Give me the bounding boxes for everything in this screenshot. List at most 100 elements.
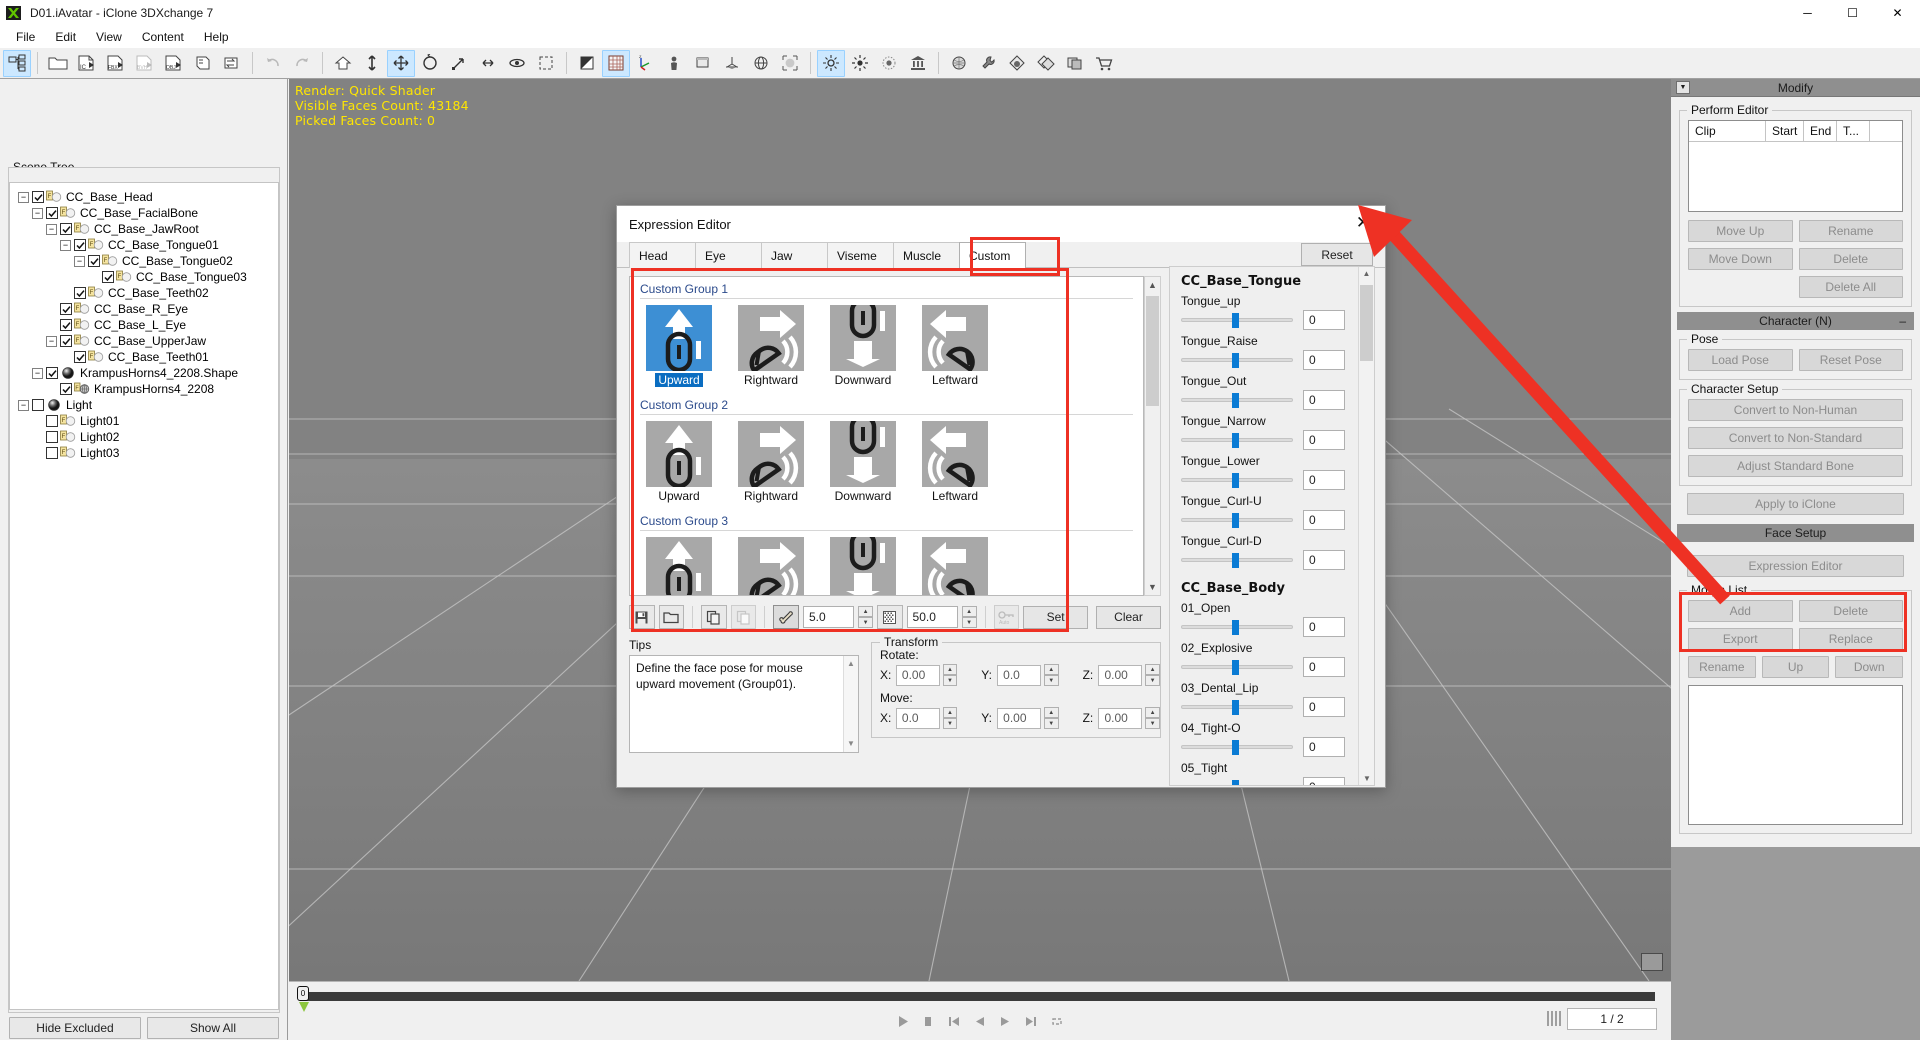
slider-scroll-thumb[interactable]: [1360, 285, 1373, 361]
move-vertical-icon[interactable]: [358, 50, 386, 77]
tree-expander-icon[interactable]: −: [74, 255, 85, 267]
scene-tree-node[interactable]: − Light: [14, 397, 278, 413]
morph-slider-handle[interactable]: [1232, 620, 1239, 635]
scroll-up-icon[interactable]: ▲: [1145, 277, 1160, 293]
tips-textbox[interactable]: Define the face pose for mouse upward mo…: [629, 655, 859, 753]
convert-to-non-standard-button[interactable]: Convert to Non-Standard: [1688, 427, 1903, 449]
grid-toggle-icon[interactable]: [602, 49, 630, 77]
move-tool-icon[interactable]: [387, 49, 415, 77]
tree-node-checkbox[interactable]: [46, 367, 58, 379]
scene-tree-node[interactable]: F Light01: [14, 413, 278, 429]
scene-tree-node[interactable]: − F CC_Base_Tongue01: [14, 237, 278, 253]
redo-icon[interactable]: [288, 50, 316, 77]
character-section-header[interactable]: Character (N) –: [1677, 312, 1914, 330]
open-folder-icon[interactable]: [658, 605, 685, 629]
move-x-spinner[interactable]: ▲ ▼: [942, 707, 958, 729]
open-folder-icon[interactable]: [44, 50, 72, 77]
prev-frame-icon[interactable]: [973, 1015, 986, 1028]
import-obj-icon[interactable]: OBJ: [160, 50, 188, 77]
bone-tool-icon[interactable]: [773, 605, 799, 629]
viewport-layout-button[interactable]: [1641, 953, 1663, 971]
rotate-z-input[interactable]: 0.00: [1098, 664, 1143, 686]
timeline-resize-grip[interactable]: [1547, 1011, 1561, 1026]
save-icon[interactable]: [629, 605, 655, 629]
convert-to-non-human-button[interactable]: Convert to Non-Human: [1688, 399, 1903, 421]
morph-slider-track[interactable]: [1232, 780, 1239, 785]
morph-slider-track[interactable]: [1181, 393, 1293, 408]
morph-preview-area[interactable]: [1688, 685, 1903, 825]
rotate-y-input[interactable]: 0.0: [997, 664, 1041, 686]
close-button[interactable]: ✕: [1875, 0, 1920, 26]
reset-button[interactable]: Reset: [1301, 243, 1373, 266]
morph-slider-value[interactable]: 0: [1303, 430, 1345, 450]
tips-scrollbar[interactable]: ▲ ▼: [843, 656, 858, 752]
timeline-track[interactable]: [303, 992, 1655, 1001]
morph-up-button[interactable]: Up: [1761, 656, 1830, 678]
tree-node-checkbox[interactable]: [60, 303, 72, 315]
auto-key-icon[interactable]: Auto: [993, 605, 1020, 629]
morph-slider-value[interactable]: 0: [1303, 697, 1345, 717]
import-ic-icon[interactable]: IC: [73, 50, 101, 77]
tree-node-checkbox[interactable]: [32, 399, 44, 411]
morph-strength-input[interactable]: 50.0: [906, 606, 958, 628]
morph-slider-handle[interactable]: [1232, 393, 1239, 408]
morph-replace-button[interactable]: Replace: [1798, 628, 1903, 650]
mouse-up-icon[interactable]: [646, 537, 712, 596]
clear-pose-button[interactable]: Clear: [1096, 605, 1161, 629]
mouse-left-icon[interactable]: [922, 421, 988, 487]
scene-preset-icon[interactable]: [904, 50, 932, 77]
scroll-up-icon[interactable]: ▲: [1359, 267, 1374, 278]
morph-slider-value[interactable]: 0: [1303, 390, 1345, 410]
stop-icon[interactable]: [922, 1015, 934, 1028]
convert-icon[interactable]: [189, 50, 217, 77]
tree-node-checkbox[interactable]: [74, 287, 86, 299]
scroll-up-icon[interactable]: ▲: [844, 656, 858, 672]
morph-slider-track[interactable]: [1181, 433, 1293, 448]
rotate-tool-icon[interactable]: [416, 50, 444, 77]
tab-muscle[interactable]: Muscle: [893, 242, 960, 268]
pose-item[interactable]: Rightward: [738, 305, 804, 387]
expression-editor-button[interactable]: Expression Editor: [1687, 555, 1904, 577]
morph-slider-panel[interactable]: ▲ ▼ CC_Base_Tongue Tongue_up 0 Tongue_Raise…: [1169, 266, 1375, 786]
scene-tree-node[interactable]: F CC_Base_R_Eye: [14, 301, 278, 317]
pose-item[interactable]: Downward: [830, 421, 896, 503]
morph-slider-track[interactable]: [1181, 353, 1293, 368]
tab-eye[interactable]: Eye: [695, 242, 762, 268]
bone-strength-input[interactable]: 5.0: [802, 606, 855, 628]
morph-slider-handle[interactable]: [1232, 660, 1239, 675]
mouse-right-icon[interactable]: [738, 305, 804, 371]
copy-icon[interactable]: [701, 605, 727, 629]
diamond-stack-icon[interactable]: [1032, 50, 1060, 77]
morph-slider-handle[interactable]: [1232, 700, 1239, 715]
frame-selection-icon[interactable]: [532, 50, 560, 77]
scene-tree-node[interactable]: F Light02: [14, 429, 278, 445]
layers-icon[interactable]: [1061, 50, 1089, 77]
apply-to-iclone-button[interactable]: Apply to iClone: [1687, 493, 1904, 515]
tree-expander-icon[interactable]: −: [60, 239, 71, 251]
mouse-left-icon[interactable]: [922, 305, 988, 371]
morph-slider-handle[interactable]: [1232, 433, 1239, 448]
pose-item[interactable]: Upward: [646, 421, 712, 503]
morph-slider-handle[interactable]: [1232, 353, 1239, 368]
home-view-icon[interactable]: [329, 50, 357, 77]
store-cart-icon[interactable]: [1090, 50, 1118, 77]
scene-tree-node[interactable]: − F CC_Base_Head: [14, 189, 278, 205]
morph-slider-handle[interactable]: [1232, 473, 1239, 488]
menu-help[interactable]: Help: [194, 27, 239, 47]
chevron-down-icon[interactable]: ▼: [1676, 81, 1690, 94]
morph-slider-track[interactable]: [1181, 660, 1293, 675]
face-setup-section-header[interactable]: Face Setup: [1677, 524, 1914, 542]
scale-tool-icon[interactable]: [445, 50, 473, 77]
page-indicator[interactable]: 1 / 2: [1567, 1008, 1657, 1030]
mouse-left-icon[interactable]: [922, 537, 988, 596]
morph-slider-track[interactable]: [1181, 473, 1293, 488]
transform-tool-icon[interactable]: [474, 50, 502, 77]
rotate-z-spinner[interactable]: ▲ ▼: [1145, 664, 1160, 686]
tree-node-checkbox[interactable]: [88, 255, 100, 267]
tab-viseme[interactable]: Viseme: [827, 242, 894, 268]
selection-bounds-icon[interactable]: [776, 50, 804, 77]
tab-jaw[interactable]: Jaw: [761, 242, 828, 268]
scene-tree-node[interactable]: − F CC_Base_JawRoot: [14, 221, 278, 237]
mouse-down-icon[interactable]: [830, 305, 896, 371]
mouse-up-icon[interactable]: [646, 305, 712, 371]
